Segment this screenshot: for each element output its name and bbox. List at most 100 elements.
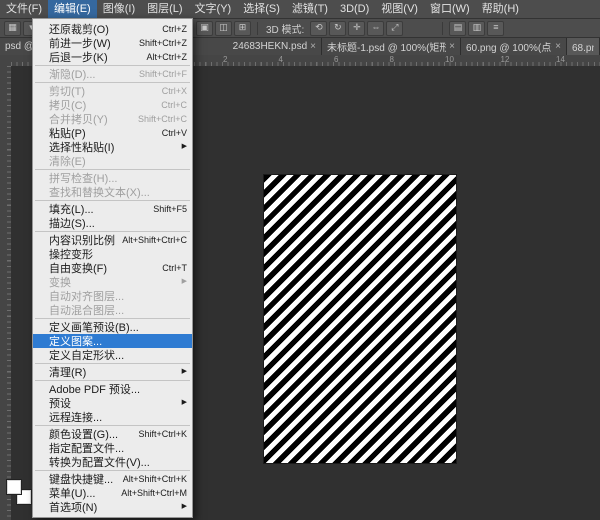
3d-drag-icon[interactable]: ✛	[348, 21, 365, 36]
submenu-arrow-icon: ▶	[182, 365, 187, 379]
menu-item-label: 键盘快捷键...	[49, 472, 113, 486]
3d-slide-icon[interactable]: ⇔	[367, 21, 384, 36]
edit-menu-item[interactable]: 首选项(N)▶	[33, 500, 192, 514]
foreground-color-swatch[interactable]	[7, 480, 21, 494]
edit-menu-item[interactable]: 转换为配置文件(V)...	[33, 455, 192, 469]
edit-menu-item: 拼写检查(H)...	[33, 171, 192, 185]
menu-item-label: 前进一步(W)	[49, 36, 111, 50]
menu-item-label: 后退一步(K)	[49, 50, 108, 64]
menu-separator	[35, 425, 190, 426]
menubar-item[interactable]: 滤镜(T)	[286, 0, 334, 18]
options-more-icon[interactable]: ≡	[487, 21, 504, 36]
stripe-pattern-image[interactable]	[264, 175, 456, 463]
edit-menu-item[interactable]: 内容识别比例Alt+Shift+Ctrl+C	[33, 233, 192, 247]
tab-label: 60.png @ 100%(点击这个...	[466, 39, 552, 54]
options-mid-icons: ▣◫⊞	[196, 21, 251, 36]
ruler-number: 12	[501, 55, 510, 64]
menu-item-label: 自动对齐图层...	[49, 289, 124, 303]
menu-item-label: 变换	[49, 275, 71, 289]
3d-roll-icon[interactable]: ↻	[329, 21, 346, 36]
edit-menu-item[interactable]: 自由变换(F)Ctrl+T	[33, 261, 192, 275]
menu-separator	[35, 318, 190, 319]
ruler-number: 6	[334, 55, 338, 64]
menubar-item[interactable]: 视图(V)	[375, 0, 424, 18]
document-tab[interactable]: 68.png @ 100%(此...	[567, 38, 600, 55]
menu-item-label: 定义图案...	[49, 334, 102, 348]
menu-bar: 文件(F)编辑(E)图像(I)图层(L)文字(Y)选择(S)滤镜(T)3D(D)…	[0, 0, 600, 19]
edit-menu-item[interactable]: 粘贴(P) Ctrl+V	[33, 126, 192, 140]
menu-item-label: 指定配置文件...	[49, 441, 124, 455]
edit-menu-item[interactable]: 后退一步(K) Alt+Ctrl+Z	[33, 50, 192, 64]
menubar-item[interactable]: 文字(Y)	[189, 0, 238, 18]
menu-separator	[35, 470, 190, 471]
menubar-item[interactable]: 文件(F)	[0, 0, 48, 18]
distribute-icon[interactable]: ⊞	[234, 21, 251, 36]
menu-item-define-pattern[interactable]: 定义图案...	[33, 334, 192, 348]
align-center-icon[interactable]: ◫	[215, 21, 232, 36]
menu-item-shortcut: Shift+F5	[147, 204, 187, 214]
edit-menu-item: 拷贝(C)Ctrl+C	[33, 98, 192, 112]
workspace-icon[interactable]: ▤	[449, 21, 466, 36]
options-right-icons: ▤▥≡	[449, 21, 504, 36]
edit-menu-item[interactable]: 定义画笔预设(B)...	[33, 320, 192, 334]
edit-menu-item[interactable]: Adobe PDF 预设...	[33, 382, 192, 396]
menubar-item[interactable]: 图层(L)	[141, 0, 188, 18]
menu-item-label: 描边(S)...	[49, 216, 95, 230]
menubar-item[interactable]: 图像(I)	[97, 0, 141, 18]
menubar-item[interactable]: 选择(S)	[237, 0, 286, 18]
edit-menu-item[interactable]: 颜色设置(G)...Shift+Ctrl+K	[33, 427, 192, 441]
ruler-number: 2	[223, 55, 227, 64]
menu-item-shortcut: Ctrl+C	[155, 100, 187, 110]
menu-item-shortcut: Ctrl+V	[156, 128, 187, 138]
document-tab[interactable]: 未标题-1.psd @ 100%(矩形 1...×	[322, 38, 461, 55]
edit-menu-item[interactable]: 操控变形	[33, 247, 192, 261]
menu-item-shortcut: Alt+Shift+Ctrl+K	[117, 474, 187, 484]
3d-scale-icon[interactable]: ⤢	[386, 21, 403, 36]
menu-item-label: 清理(R)	[49, 365, 86, 379]
edit-menu-item[interactable]: 还原裁剪(O)Ctrl+Z	[33, 22, 192, 36]
options-separator	[257, 22, 258, 35]
edit-menu-item[interactable]: 远程连接...	[33, 410, 192, 424]
menu-separator	[35, 82, 190, 83]
3d-mode-label: 3D 模式:	[266, 21, 304, 36]
edit-menu-item[interactable]: 指定配置文件...	[33, 441, 192, 455]
edit-menu-item[interactable]: 预设▶	[33, 396, 192, 410]
edit-menu-item[interactable]: 描边(S)...	[33, 216, 192, 230]
menu-item-shortcut: Alt+Ctrl+Z	[140, 52, 187, 62]
spacer	[406, 28, 436, 29]
menu-item-shortcut: Shift+Ctrl+Z	[133, 38, 187, 48]
tool-preset-icon[interactable]: ▦	[4, 21, 21, 36]
ruler-number: 10	[445, 55, 454, 64]
document-tab[interactable]: 60.png @ 100%(点击这个...×	[461, 38, 567, 55]
align-left-icon[interactable]: ▣	[196, 21, 213, 36]
menu-item-label: 渐隐(D)...	[49, 67, 95, 81]
tab-close-icon[interactable]: ×	[449, 41, 455, 52]
menu-item-label: 颜色设置(G)...	[49, 427, 118, 441]
edit-menu-item[interactable]: 填充(L)...Shift+F5	[33, 202, 192, 216]
submenu-arrow-icon: ▶	[182, 140, 187, 154]
tab-close-icon[interactable]: ×	[555, 41, 561, 52]
panels-icon[interactable]: ▥	[468, 21, 485, 36]
menu-item-label: 转换为配置文件(V)...	[49, 455, 150, 469]
edit-menu-item[interactable]: 菜单(U)...Alt+Shift+Ctrl+M	[33, 486, 192, 500]
menubar-item[interactable]: 3D(D)	[334, 0, 375, 18]
edit-menu-item[interactable]: 清理(R) ▶	[33, 365, 192, 379]
menu-item-label: 粘贴(P)	[49, 126, 86, 140]
3d-rotate-icon[interactable]: ⟲	[310, 21, 327, 36]
menu-item-label: 合并拷贝(Y)	[49, 112, 108, 126]
menu-item-label: 清除(E)	[49, 154, 86, 168]
options-mode-icons: ⟲↻✛⇔⤢	[310, 21, 403, 36]
tab-close-icon[interactable]: ×	[310, 41, 316, 52]
edit-menu-item[interactable]: 键盘快捷键... Alt+Shift+Ctrl+K	[33, 472, 192, 486]
edit-menu-item[interactable]: 定义自定形状...	[33, 348, 192, 362]
menubar-item[interactable]: 编辑(E)	[48, 0, 97, 18]
menu-item-shortcut: Ctrl+T	[156, 263, 187, 273]
menu-separator	[35, 65, 190, 66]
menubar-item[interactable]: 帮助(H)	[476, 0, 525, 18]
edit-menu-item[interactable]: 选择性粘贴(I)▶	[33, 140, 192, 154]
edit-menu-item[interactable]: 前进一步(W) Shift+Ctrl+Z	[33, 36, 192, 50]
edit-menu-item: 变换▶	[33, 275, 192, 289]
menubar-item[interactable]: 窗口(W)	[424, 0, 476, 18]
options-separator	[442, 22, 443, 35]
submenu-arrow-icon: ▶	[182, 500, 187, 514]
